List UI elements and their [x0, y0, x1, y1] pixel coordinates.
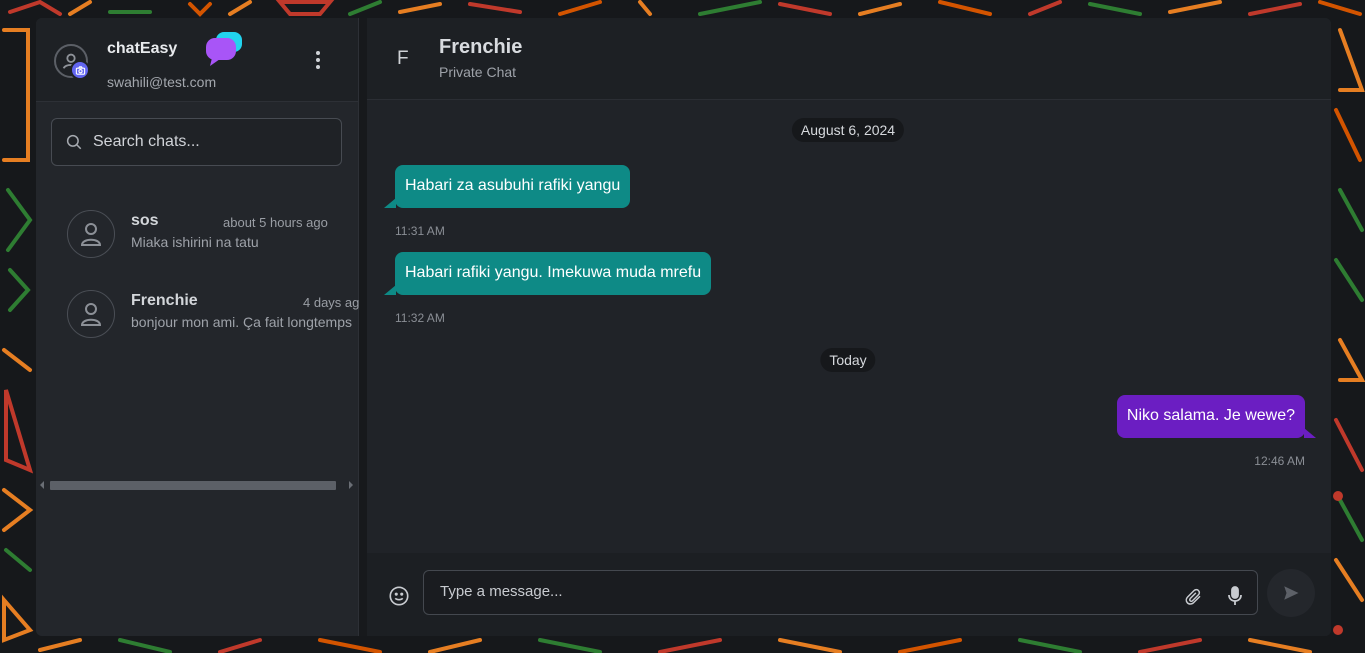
- message-time: 11:32 AM: [395, 311, 445, 325]
- chat-header: F Frenchie Private Chat: [367, 18, 1331, 100]
- incoming-message[interactable]: Habari rafiki yangu. Imekuwa muda mrefu: [383, 252, 712, 295]
- user-icon: [67, 290, 115, 338]
- chat-app-window: chatEasy swahili@test.com Search chats..…: [36, 18, 1331, 636]
- chat-time: about 5 hours ago: [223, 215, 328, 230]
- paperclip-icon[interactable]: [1185, 588, 1203, 606]
- search-input[interactable]: [93, 133, 323, 151]
- user-email: swahili@test.com: [107, 74, 217, 90]
- chat-list-item-sos[interactable]: sos about 5 hours ago Miaka ishirini na …: [36, 194, 359, 274]
- message-input[interactable]: [440, 583, 1160, 600]
- date-separator: August 6, 2024: [791, 118, 905, 142]
- chat-preview: Miaka ishirini na tatu: [131, 234, 259, 250]
- sidebar: chatEasy swahili@test.com Search chats..…: [36, 18, 359, 636]
- search-icon: [66, 134, 82, 150]
- search-box: [51, 118, 342, 166]
- chat-name: Frenchie: [131, 292, 198, 309]
- scrollbar-thumb[interactable]: [50, 481, 336, 490]
- message-composer: [367, 553, 1331, 636]
- smiley-icon[interactable]: [388, 585, 410, 607]
- message-time: 11:31 AM: [395, 224, 445, 238]
- send-icon: [1284, 586, 1299, 600]
- chat-subtitle: Private Chat: [439, 64, 517, 80]
- chat-list: sos about 5 hours ago Miaka ishirini na …: [36, 194, 359, 354]
- chat-name: sos: [131, 212, 159, 229]
- send-button[interactable]: [1267, 569, 1315, 617]
- microphone-icon[interactable]: [1227, 586, 1243, 606]
- chat-preview: bonjour mon ami. Ça fait longtemps: [131, 314, 352, 330]
- contact-initial: F: [397, 48, 409, 69]
- vertical-ellipsis-icon[interactable]: [306, 48, 330, 72]
- horizontal-scrollbar[interactable]: [40, 480, 356, 492]
- user-icon: [67, 210, 115, 258]
- incoming-message[interactable]: Habari za asubuhi rafiki yangu: [383, 165, 631, 208]
- chat-pane: F Frenchie Private Chat August 6, 2024 H…: [367, 18, 1331, 636]
- divider: [359, 18, 367, 636]
- date-separator: Today: [820, 348, 876, 372]
- chat-time: 4 days ago: [303, 295, 359, 310]
- scroll-right-icon[interactable]: [349, 481, 353, 489]
- scroll-left-icon[interactable]: [40, 481, 44, 489]
- message-time: 12:46 AM: [1254, 454, 1305, 468]
- sidebar-header: chatEasy swahili@test.com: [36, 18, 358, 102]
- chat-list-item-frenchie[interactable]: Frenchie 4 days ago bonjour mon ami. Ça …: [36, 274, 359, 354]
- chat-title: Frenchie: [439, 36, 523, 58]
- outgoing-message[interactable]: Niko salama. Je wewe?: [1116, 395, 1317, 438]
- app-name: chatEasy: [107, 40, 178, 57]
- message-input-box: [423, 570, 1258, 615]
- camera-icon[interactable]: [70, 60, 90, 80]
- chat-bubbles-icon: [206, 32, 242, 66]
